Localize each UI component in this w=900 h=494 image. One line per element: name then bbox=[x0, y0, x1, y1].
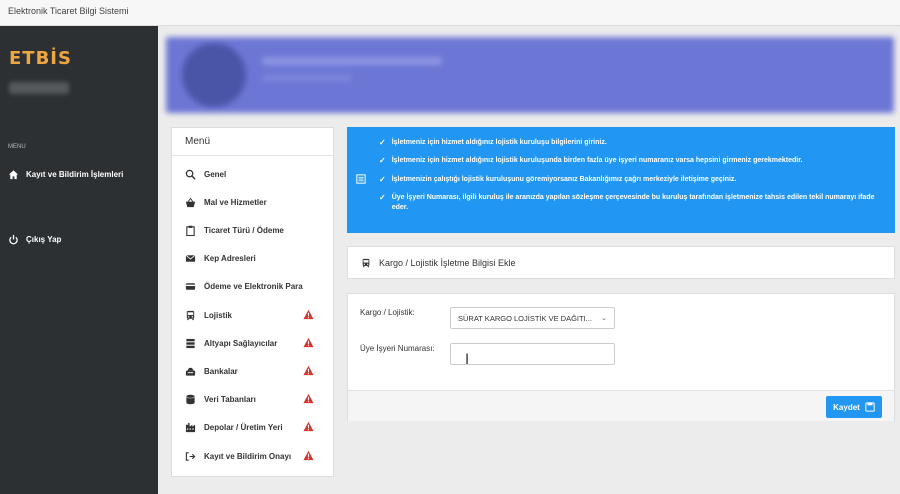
warning-icon bbox=[303, 421, 314, 432]
check-icon: ✓ bbox=[379, 193, 386, 202]
cargo-label: Kargo / Lojistik: bbox=[360, 308, 415, 317]
menu-item-label: Genel bbox=[204, 169, 227, 179]
menu-item-label: Bankalar bbox=[204, 366, 238, 376]
check-icon: ✓ bbox=[379, 138, 386, 147]
envelope-icon bbox=[185, 254, 195, 262]
save-button-label: Kaydet bbox=[833, 402, 860, 412]
factory-icon bbox=[185, 422, 195, 432]
menu-item-label: Veri Tabanları bbox=[204, 394, 256, 404]
company-sub-blurred bbox=[262, 75, 352, 81]
menu-item-label: Kayıt ve Bildirim Onayı bbox=[204, 451, 292, 461]
info-line-text: İşletmenizin çalıştığı lojistik kuruluşu… bbox=[391, 176, 737, 183]
basket-icon bbox=[185, 197, 195, 207]
menu-item-label: Lojistik bbox=[204, 310, 233, 320]
power-icon bbox=[9, 234, 18, 245]
warning-icon bbox=[303, 393, 314, 404]
sidebar-item-logout[interactable]: Çıkış Yap bbox=[8, 234, 61, 245]
list-alt-icon bbox=[356, 174, 366, 184]
cargo-form: Kargo / Lojistik: SÜRAT KARGO LOJİSTİK V… bbox=[347, 293, 895, 421]
info-line-text: İşletmeniz için hizmet aldığınız lojisti… bbox=[391, 139, 607, 146]
menu-item-mal-hizmetler[interactable]: Mal ve Hizmetler bbox=[184, 195, 324, 209]
server-icon bbox=[185, 338, 195, 348]
info-line-text: İşletmeniz için hizmet aldığınız lojisti… bbox=[391, 157, 803, 164]
menu-item-label: Ticaret Türü / Ödeme bbox=[204, 225, 284, 235]
warning-icon bbox=[303, 365, 314, 376]
save-icon bbox=[865, 402, 875, 412]
info-line: ✓ Üye İşyeri Numarası, ilgili kuruluş ile… bbox=[379, 193, 884, 213]
chevron-down-icon: ⌄ bbox=[601, 315, 607, 322]
clipboard-icon bbox=[185, 225, 195, 236]
sidebar: ETBİS MENU Kayıt ve Bildirim İşlemleri Ç… bbox=[0, 26, 158, 494]
menu-item-label: Altyapı Sağlayıcılar bbox=[204, 338, 278, 348]
member-no-input[interactable] bbox=[450, 343, 615, 365]
home-icon bbox=[8, 170, 19, 180]
menu-item-bankalar[interactable]: Bankalar bbox=[184, 364, 324, 378]
menu-item-kep-adresleri[interactable]: Kep Adresleri bbox=[184, 251, 324, 265]
menu-item-genel[interactable]: Genel bbox=[184, 167, 324, 181]
cargo-section-title: Kargo / Lojistik İşletme Bilgisi Ekle bbox=[379, 257, 516, 268]
bus-icon bbox=[186, 310, 194, 320]
menu-item-label: Mal ve Hizmetler bbox=[204, 197, 267, 207]
sidebar-item-kayit-bildirim[interactable]: Kayıt ve Bildirim İşlemleri bbox=[8, 169, 123, 180]
menu-panel: Menü Genel Mal ve Hizmetler Ticaret Türü… bbox=[171, 127, 334, 477]
menu-item-label: Depolar / Üretim Yeri bbox=[204, 422, 283, 432]
window-title: Elektronik Ticaret Bilgi Sistemi bbox=[0, 0, 900, 26]
logo: ETBİS bbox=[9, 48, 72, 69]
menu-title: Menü bbox=[172, 128, 333, 156]
member-no-label: Üye İşyeri Numarası: bbox=[360, 344, 435, 353]
sign-in-icon bbox=[185, 451, 195, 461]
menu-item-veri-tabanlari[interactable]: Veri Tabanları bbox=[184, 392, 324, 406]
menu-item-label: Ödeme ve Elektronik Para bbox=[204, 281, 303, 291]
bank-icon bbox=[185, 367, 195, 376]
warning-icon bbox=[303, 450, 314, 461]
info-line: ✓ İşletmeniz için hizmet aldığınız lojist… bbox=[379, 138, 884, 148]
company-name-blurred bbox=[262, 57, 442, 65]
cargo-select[interactable]: SÜRAT KARGO LOJİSTİK VE DAĞITI... ⌄ bbox=[450, 307, 615, 329]
check-icon: ✓ bbox=[379, 175, 386, 184]
info-line-text: Üye İşyeri Numarası, ilgili kuruluş ile … bbox=[391, 194, 875, 211]
sidebar-item-label: Çıkış Yap bbox=[26, 235, 62, 244]
cargo-section-header: Kargo / Lojistik İşletme Bilgisi Ekle bbox=[347, 246, 895, 279]
text-cursor-icon: I bbox=[465, 352, 470, 368]
menu-item-depolar-uretim-yeri[interactable]: Depolar / Üretim Yeri bbox=[184, 420, 324, 434]
menu-item-kayit-bildirim-onayi[interactable]: Kayıt ve Bildirim Onayı bbox=[184, 449, 324, 463]
company-banner-blurred bbox=[166, 37, 894, 113]
sidebar-menu-caption: MENU bbox=[8, 144, 26, 150]
save-button[interactable]: Kaydet bbox=[826, 396, 882, 418]
menu-item-odeme-elektronik-para[interactable]: Ödeme ve Elektronik Para bbox=[184, 279, 324, 293]
search-icon bbox=[185, 169, 196, 180]
check-icon: ✓ bbox=[379, 156, 386, 165]
warning-icon bbox=[303, 309, 314, 320]
credit-card-icon bbox=[185, 282, 195, 290]
database-icon bbox=[185, 394, 195, 404]
info-line: ✓ İşletmeniz için hizmet aldığınız lojist… bbox=[379, 156, 884, 166]
menu-item-altyapi-saglayicilar[interactable]: Altyapı Sağlayıcılar bbox=[184, 336, 324, 350]
cargo-select-value: SÜRAT KARGO LOJİSTİK VE DAĞITI... bbox=[458, 314, 592, 323]
sidebar-item-label: Kayıt ve Bildirim İşlemleri bbox=[26, 170, 124, 179]
menu-item-lojistik[interactable]: Lojistik bbox=[184, 308, 324, 322]
user-info-blurred bbox=[9, 82, 69, 94]
info-box: ✓ İşletmeniz için hizmet aldığınız lojist… bbox=[347, 127, 895, 233]
company-emblem bbox=[182, 43, 246, 107]
warning-icon bbox=[303, 337, 314, 348]
menu-item-label: Kep Adresleri bbox=[204, 253, 256, 263]
form-footer: Kaydet bbox=[348, 390, 894, 421]
menu-item-ticaret-turu[interactable]: Ticaret Türü / Ödeme bbox=[184, 223, 324, 237]
bus-icon bbox=[362, 258, 370, 267]
info-line: ✓ İşletmenizin çalıştığı lojistik kuruluş… bbox=[379, 175, 884, 185]
